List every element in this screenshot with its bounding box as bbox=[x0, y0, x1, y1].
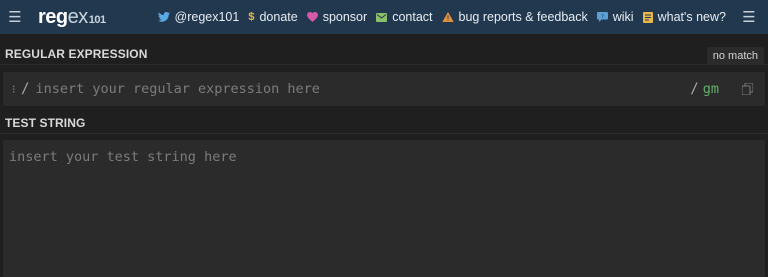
nav-label: what's new? bbox=[657, 10, 726, 24]
match-status-badge: no match bbox=[706, 47, 764, 65]
nav-label: contact bbox=[392, 10, 433, 24]
envelope-icon bbox=[376, 12, 388, 22]
logo[interactable]: reg ex 101 bbox=[38, 6, 106, 29]
regex-input-row: ⁝ / / gm bbox=[3, 72, 765, 106]
dollar-icon: $ bbox=[248, 10, 255, 23]
regex-flags[interactable]: gm bbox=[703, 81, 719, 97]
nav-label: wiki bbox=[612, 10, 634, 24]
nav-whats-new[interactable]: what's new? bbox=[642, 10, 726, 24]
chat-icon: ? bbox=[596, 12, 608, 22]
regex101-app: ☰ regex101 @regex101 $ donate sponsor bbox=[0, 0, 768, 277]
twitter-icon bbox=[157, 12, 170, 22]
delimiter-menu-icon[interactable]: ⁝ bbox=[12, 83, 20, 96]
warning-icon bbox=[441, 12, 454, 22]
settings-menu-icon[interactable]: ☰ bbox=[734, 0, 764, 34]
test-string-panel bbox=[3, 140, 765, 277]
regex-section-label: REGULAR EXPRESSION bbox=[5, 47, 148, 61]
menu-icon[interactable]: ☰ bbox=[0, 0, 30, 34]
copy-icon[interactable] bbox=[735, 83, 759, 95]
svg-text:?: ? bbox=[601, 14, 604, 20]
nav-label: sponsor bbox=[322, 10, 368, 24]
divider bbox=[0, 133, 768, 134]
nav-wiki[interactable]: ? wiki bbox=[596, 10, 634, 24]
header-nav: @regex101 $ donate sponsor contact bug r… bbox=[149, 0, 768, 34]
nav-label: bug reports & feedback bbox=[458, 10, 588, 24]
divider bbox=[0, 64, 768, 65]
logo-mid: ex bbox=[67, 5, 89, 28]
nav-sponsor[interactable]: sponsor bbox=[306, 10, 368, 24]
logo-main: reg bbox=[38, 5, 68, 28]
nav-contact[interactable]: contact bbox=[376, 10, 433, 24]
nav-twitter[interactable]: @regex101 bbox=[157, 10, 240, 24]
test-string-input[interactable] bbox=[9, 149, 759, 268]
regex-input[interactable] bbox=[35, 81, 691, 97]
news-icon bbox=[642, 11, 653, 23]
regex-delimiter-open: / bbox=[21, 81, 30, 97]
nav-label: @regex101 bbox=[174, 10, 240, 24]
nav-bug-reports[interactable]: bug reports & feedback bbox=[441, 10, 588, 24]
logo-num: 101 bbox=[88, 13, 106, 26]
nav-donate[interactable]: $ donate bbox=[248, 10, 297, 24]
heart-icon bbox=[306, 12, 318, 22]
regex-delimiter-close: / bbox=[690, 81, 699, 97]
test-section-label: TEST STRING bbox=[5, 116, 86, 130]
nav-label: donate bbox=[259, 10, 298, 24]
top-header: ☰ regex101 @regex101 $ donate sponsor bbox=[0, 0, 768, 34]
